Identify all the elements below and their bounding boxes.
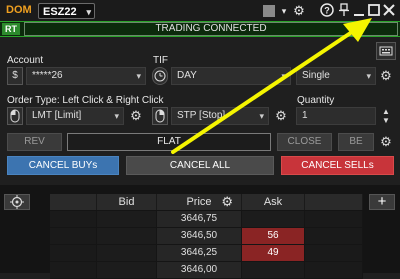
arrow-shaft <box>171 30 354 154</box>
annotation-arrow <box>171 18 372 154</box>
arrow-head <box>343 18 372 42</box>
